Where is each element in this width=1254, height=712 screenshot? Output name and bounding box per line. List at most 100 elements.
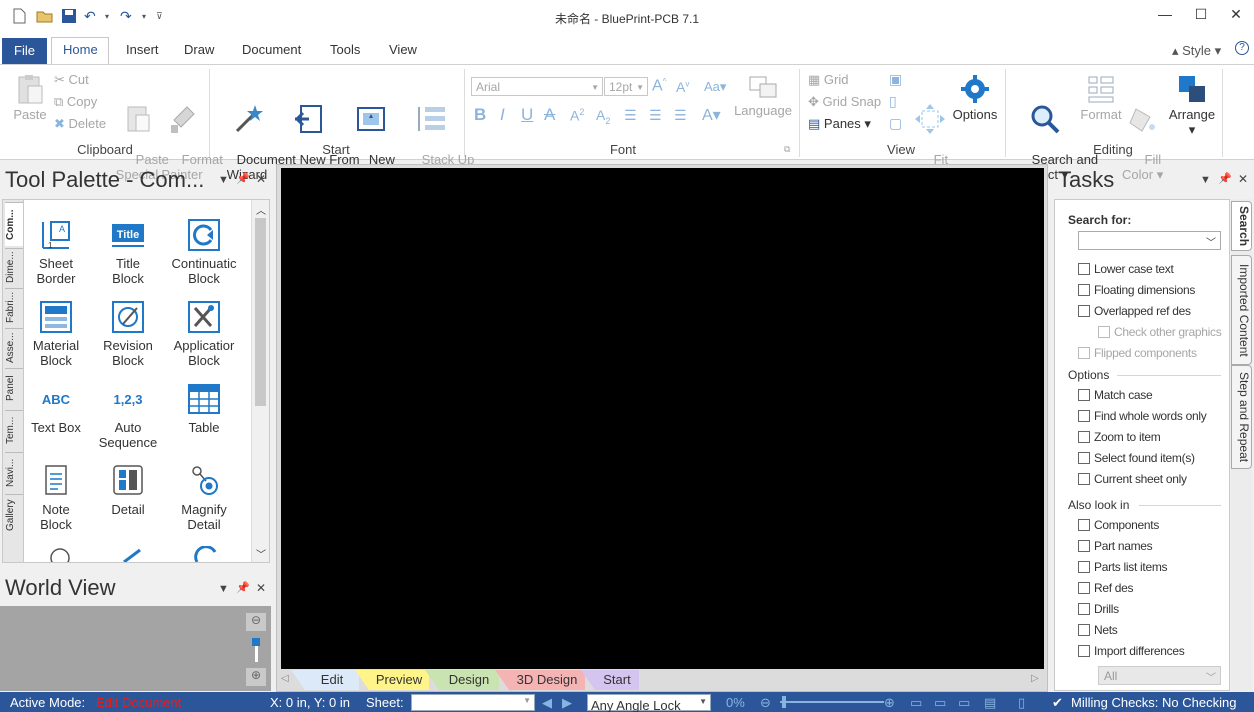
next-sheet-icon[interactable]: ▶	[562, 695, 572, 711]
pane-close-icon[interactable]: ✕	[1238, 172, 1248, 186]
superscript-icon[interactable]: A2	[570, 107, 584, 124]
pane-close-icon[interactable]: ✕	[256, 172, 266, 186]
checkbox-icon[interactable]	[1078, 582, 1090, 594]
help-icon[interactable]: ?	[1235, 41, 1249, 55]
tab-home[interactable]: Home	[63, 42, 98, 57]
checkbox-option[interactable]: Overlapped ref des	[1078, 304, 1191, 318]
tab-design[interactable]: Design	[425, 670, 499, 690]
options-button[interactable]: Options	[950, 73, 1000, 122]
tab-file[interactable]: File	[2, 38, 47, 64]
font-name-select[interactable]: Arial ▼	[471, 77, 603, 96]
checkbox-option[interactable]: Lower case text	[1078, 262, 1174, 276]
checkbox-option[interactable]: Drills	[1078, 602, 1119, 616]
scroll-down-icon[interactable]: ﹀	[256, 546, 266, 561]
tasks-tab-imported-content[interactable]: Imported Content	[1231, 255, 1252, 365]
tasks-tab-step-and-repeat[interactable]: Step and Repeat	[1231, 365, 1252, 469]
numbered-balloon-icon[interactable]	[48, 546, 72, 562]
palette-scrollbar[interactable]: ︿ ﹀	[251, 200, 269, 562]
device-icon[interactable]: ▯	[1018, 695, 1025, 711]
zoom-slider-track[interactable]	[780, 701, 884, 703]
checkbox-option[interactable]: Flipped components	[1078, 346, 1197, 360]
zoom-slider-thumb[interactable]	[782, 696, 786, 708]
checkbox-icon[interactable]	[1078, 305, 1090, 317]
pane-close-icon[interactable]: ✕	[256, 581, 266, 595]
check-circle-icon[interactable]: ✔	[1052, 695, 1063, 711]
prev-sheet-icon[interactable]: ◀	[542, 695, 552, 711]
checkbox-icon[interactable]	[1078, 431, 1090, 443]
checkbox-icon[interactable]	[1078, 389, 1090, 401]
pane-menu-icon[interactable]: ▼	[1200, 174, 1211, 186]
zoom-in-icon[interactable]: ⊕	[884, 695, 895, 711]
checkbox-option[interactable]: Ref des	[1078, 581, 1134, 595]
tab-view[interactable]: View	[389, 42, 417, 57]
grid-snap-button[interactable]: ✥ Grid Snap	[808, 94, 881, 110]
align-right-icon[interactable]: ☰	[674, 107, 687, 124]
delete-button[interactable]: ✖ Delete	[54, 116, 106, 132]
tool-material-block[interactable]: Material Block	[17, 300, 95, 368]
checkbox-option[interactable]: Find whole words only	[1078, 409, 1207, 423]
format-button[interactable]: Format	[1076, 73, 1126, 122]
tasks-tab-search[interactable]: Search	[1231, 201, 1252, 251]
bold-icon[interactable]: B	[474, 105, 486, 125]
zoom-out-icon[interactable]: ⊖	[760, 695, 771, 711]
tool-title-block[interactable]: Title Title Block	[89, 218, 167, 286]
checkbox-icon[interactable]	[1078, 519, 1090, 531]
tab-document[interactable]: Document	[242, 42, 301, 57]
close-icon[interactable]: ✕	[1226, 6, 1246, 24]
checkbox-option[interactable]: Import differences	[1078, 644, 1185, 658]
scrollbar-thumb[interactable]	[255, 218, 266, 406]
view-mode-icon-1[interactable]: ▭	[910, 695, 922, 711]
tab-3d-design[interactable]: 3D Design	[495, 670, 585, 690]
zoom-in-icon[interactable]: ⊕	[246, 668, 266, 686]
align-left-icon[interactable]: ☰	[624, 107, 637, 124]
maximize-icon[interactable]: ☐	[1191, 6, 1211, 24]
font-color-icon[interactable]: A▾	[702, 105, 721, 125]
pin-icon[interactable]: 📌	[236, 581, 250, 594]
grid-button[interactable]: ▦ Grid	[808, 72, 848, 88]
change-case-icon[interactable]: Aa▾	[704, 79, 726, 95]
zoom-out-icon[interactable]: ⊖	[246, 613, 266, 631]
checkbox-option[interactable]: Select found item(s)	[1078, 451, 1195, 465]
checkbox-icon[interactable]	[1078, 347, 1090, 359]
checkbox-icon[interactable]	[1078, 561, 1090, 573]
search-input[interactable]: ﹀	[1078, 231, 1221, 250]
checkbox-option[interactable]: Part names	[1078, 539, 1153, 553]
checkbox-option[interactable]: Floating dimensions	[1078, 283, 1195, 297]
drawing-canvas[interactable]	[281, 168, 1044, 669]
panes-button[interactable]: ▤ Panes ▾	[808, 116, 871, 132]
pin-icon[interactable]: 📌	[236, 172, 250, 185]
checkbox-option[interactable]: Check other graphics	[1098, 325, 1222, 339]
arrange-button[interactable]: Arrange ▾	[1164, 73, 1220, 137]
language-button[interactable]: Language	[732, 73, 794, 118]
fill-color-button[interactable]: Fill Color ▾	[1122, 73, 1163, 197]
checkbox-icon[interactable]	[1078, 473, 1090, 485]
tab-scroll-left-icon[interactable]: ◁	[281, 673, 289, 684]
checkbox-icon[interactable]	[1078, 284, 1090, 296]
checkbox-option[interactable]: Nets	[1078, 623, 1118, 637]
zoom-slider-thumb[interactable]	[252, 638, 260, 646]
tab-draw[interactable]: Draw	[184, 42, 214, 57]
arc-icon[interactable]	[193, 546, 217, 562]
tab-start[interactable]: Start	[581, 670, 639, 690]
grow-font-icon[interactable]: A^	[652, 77, 666, 95]
tab-tools[interactable]: Tools	[330, 42, 360, 57]
checkbox-icon[interactable]	[1078, 603, 1090, 615]
align-center-icon[interactable]: ☰	[649, 107, 662, 124]
checkbox-icon[interactable]	[1078, 410, 1090, 422]
tool-text-box[interactable]: ABC Text Box	[17, 382, 95, 435]
view-toggle-icon[interactable]: ▣	[889, 71, 902, 88]
checkbox-icon[interactable]	[1078, 263, 1090, 275]
tool-sheet-border[interactable]: A1 Sheet Border	[17, 218, 95, 286]
tool-note-block[interactable]: Note Block	[17, 464, 95, 532]
zoom-slider-track[interactable]	[255, 646, 258, 662]
checkbox-option[interactable]: Zoom to item	[1078, 430, 1161, 444]
view-mode-icon-2[interactable]: ▭	[934, 695, 946, 711]
italic-icon[interactable]: I	[500, 105, 505, 125]
tab-edit[interactable]: Edit	[291, 670, 359, 690]
tab-preview[interactable]: Preview	[355, 670, 429, 690]
checkbox-option[interactable]: Components	[1078, 518, 1159, 532]
underline-icon[interactable]: U	[521, 105, 533, 125]
strikethrough-icon[interactable]: A	[544, 105, 555, 125]
tool-revision-block[interactable]: Revision Block	[89, 300, 167, 368]
checkbox-option[interactable]: Current sheet only	[1078, 472, 1187, 486]
